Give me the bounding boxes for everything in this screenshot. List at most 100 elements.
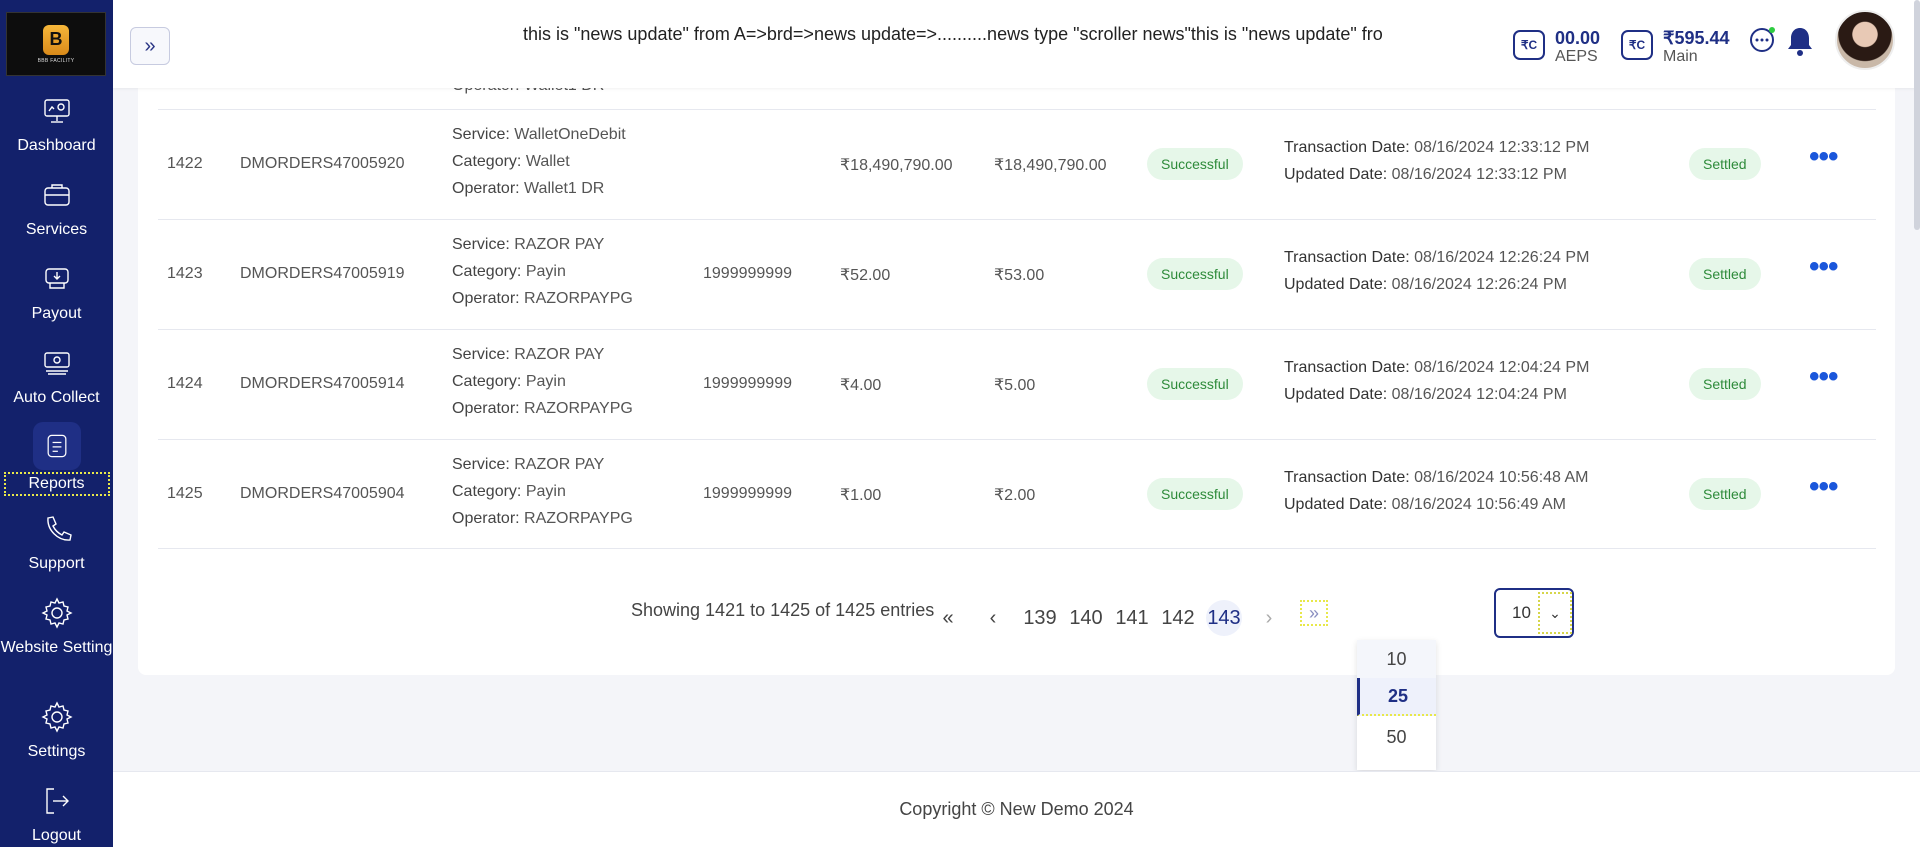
category-value: Payin [525,373,566,390]
payout-icon [44,268,69,289]
operator-label: Operator: [452,400,520,417]
brand-logo[interactable]: B BBB FACILITY [6,12,106,76]
mobile-number: 1999999999 [703,485,792,502]
page-scrollbar[interactable] [1914,0,1920,230]
table-row: 1422 DMORDERS47005920 Service: WalletOne… [158,110,1876,220]
page-size-option-highlighted[interactable]: 25 [1357,678,1436,716]
chat-icon[interactable] [1748,26,1776,54]
row-id: 1423 [167,265,203,282]
footer: Copyright © New Demo 2024 [113,771,1920,847]
more-actions-icon[interactable]: ••• [1809,250,1838,284]
user-avatar[interactable] [1835,10,1895,70]
sidebar-item-services[interactable]: Services [0,178,113,240]
chevron-down-icon[interactable]: ⌄ [1538,592,1572,634]
total-amount: ₹53.00 [994,267,1045,284]
category-label: Category: [452,153,522,170]
page-button-140[interactable]: 140 [1068,600,1104,636]
amount: ₹52.00 [840,267,891,284]
next-page-button[interactable]: › [1251,600,1287,636]
service-value: RAZOR PAY [514,236,605,253]
bell-icon[interactable] [1785,25,1815,57]
page-button-142[interactable]: 142 [1160,600,1196,636]
more-actions-icon[interactable]: ••• [1809,360,1838,394]
operator-label: Operator: [452,290,520,307]
sidebar-toggle-button[interactable]: » [130,27,170,65]
page-size-option[interactable]: 50 [1357,718,1436,756]
page-button-141[interactable]: 141 [1114,600,1150,636]
settled-badge: Settled [1689,478,1761,510]
sidebar-item-support[interactable]: Support [0,512,113,574]
updated-date-label: Updated Date: [1284,276,1388,293]
sidebar-item-label: Services [25,221,88,238]
status-badge: Successful [1147,368,1243,400]
sidebar-item-label: Settings [27,743,86,760]
sidebar-item-label: Auto Collect [13,389,100,406]
logout-icon [45,788,69,814]
updated-date: 08/16/2024 12:33:12 PM [1391,166,1567,183]
auto-collect-icon [43,352,70,375]
page-size-select[interactable]: 10 ⌄ [1494,588,1574,638]
amount: ₹4.00 [840,377,882,394]
wallet-amount: 00.00 [1555,28,1601,48]
row-id: 1424 [167,375,203,392]
transaction-date-label: Transaction Date: [1284,249,1410,266]
dates-info: Transaction Date: 08/16/2024 12:04:24 PM… [1284,354,1589,408]
page-size-option[interactable]: 10 [1357,640,1436,678]
operator-value: RAZORPAYPG [524,400,633,417]
sidebar-item-label: Reports [3,472,110,496]
more-actions-icon[interactable]: ••• [1809,140,1838,174]
transaction-date-label: Transaction Date: [1284,359,1410,376]
updated-date-label: Updated Date: [1284,386,1388,403]
first-page-button[interactable]: « [930,600,966,636]
sidebar-item-reports[interactable]: Reports [0,422,113,496]
sidebar-item-label: Logout [32,827,81,844]
page-button-139[interactable]: 139 [1022,600,1058,636]
dashboard-icon [43,99,70,123]
table-row: 1425 DMORDERS47005904 Service: RAZOR PAY… [158,440,1876,549]
operator-label: Operator: [452,510,520,527]
wallet-main[interactable]: ₹C ₹595.44 Main [1621,28,1730,66]
logo-subtext: BBB FACILITY [37,57,75,64]
category-label: Category: [452,483,522,500]
operator-value: RAZORPAYPG [524,290,633,307]
reports-icon [47,434,66,458]
top-bar: » this is "news update" from A=>brd=>new… [113,0,1920,88]
sidebar-item-website-setting[interactable]: Website Setting [0,596,113,658]
status-badge: Successful [1147,478,1243,510]
sidebar: B BBB FACILITY Dashboard Services Payout… [0,0,113,847]
service-label: Service: [452,236,510,253]
sidebar-item-payout[interactable]: Payout [0,262,113,324]
copyright-text: Copyright © New Demo 2024 [899,799,1134,819]
sidebar-item-label: Support [28,555,85,572]
page-size-dropdown: 10 25 50 [1357,640,1436,770]
dates-info: Transaction Date: 08/16/2024 10:56:48 AM… [1284,464,1589,518]
mobile-number: 1999999999 [703,265,792,282]
updated-date: 08/16/2024 10:56:49 AM [1391,496,1567,513]
wallet-amount: ₹595.44 [1663,28,1730,48]
updated-date-label: Updated Date: [1284,166,1388,183]
dates-info: Transaction Date: 08/16/2024 12:26:24 PM… [1284,244,1589,298]
row-id: 1425 [167,485,203,502]
sidebar-item-logout[interactable]: Logout [0,784,113,846]
last-page-button[interactable]: » [1300,600,1328,626]
category-label: Category: [452,263,522,280]
phone-icon [46,516,72,541]
wallet-aeps[interactable]: ₹C 00.00 AEPS [1513,28,1600,66]
sidebar-item-auto-collect[interactable]: Auto Collect [0,346,113,408]
total-amount: ₹18,490,790.00 [994,157,1107,174]
order-id: DMORDERS47005914 [240,375,405,392]
logo-mark: B [43,24,69,55]
sidebar-item-settings[interactable]: Settings [0,700,113,762]
service-value: RAZOR PAY [514,346,605,363]
transaction-date-label: Transaction Date: [1284,469,1410,486]
transaction-date: 08/16/2024 10:56:48 AM [1414,469,1589,486]
prev-page-button[interactable]: ‹ [975,600,1011,636]
sidebar-item-dashboard[interactable]: Dashboard [0,94,113,156]
order-id: DMORDERS47005920 [240,155,405,172]
page-button-current[interactable]: 143 [1206,600,1242,636]
mobile-number: 1999999999 [703,375,792,392]
updated-date-label: Updated Date: [1284,496,1388,513]
service-info: Service: RAZOR PAY Category: Payin Opera… [452,451,633,532]
order-id: DMORDERS47005919 [240,265,405,282]
more-actions-icon[interactable]: ••• [1809,470,1838,504]
